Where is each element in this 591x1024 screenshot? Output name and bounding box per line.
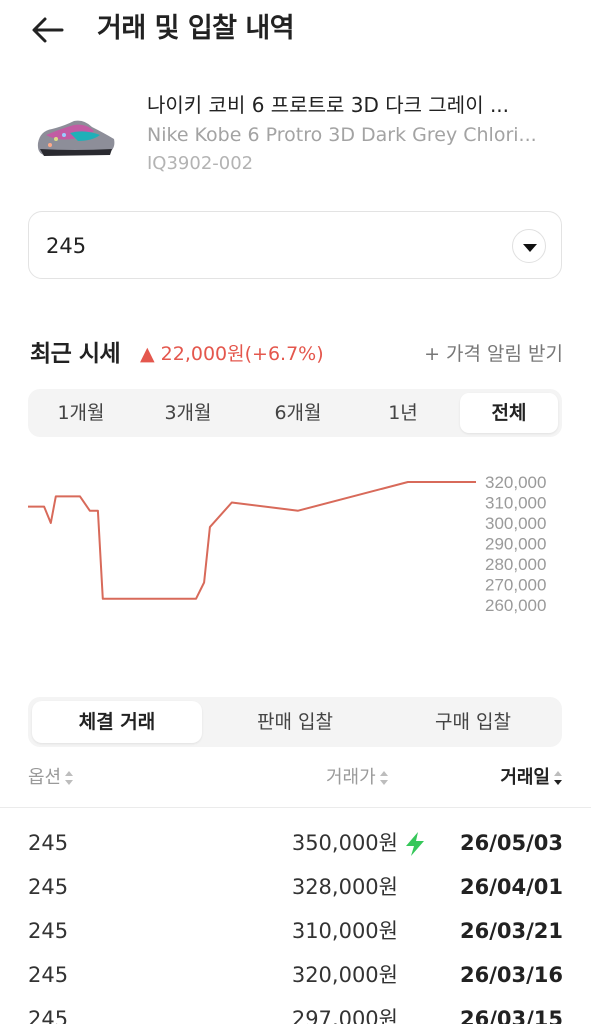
- table-row: 245 328,000원 26/04/01: [0, 866, 591, 910]
- recent-price-label: 최근 시세: [30, 341, 121, 367]
- table-row: 245 297,000원 26/03/15: [0, 998, 591, 1024]
- row-price: 328,000원: [291, 875, 398, 899]
- row-date: 26/03/21: [459, 919, 563, 943]
- sort-icon: [65, 771, 74, 785]
- product-name-korean: 나이키 코비 6 프로트로 3D 다크 그레이 ...: [147, 93, 510, 117]
- row-date: 26/03/16: [459, 963, 563, 987]
- product-name-english: Nike Kobe 6 Protro 3D Dark Grey Chlori..…: [147, 124, 537, 146]
- column-date[interactable]: 거래일: [500, 764, 563, 792]
- tab-1-year[interactable]: 1년: [354, 393, 452, 433]
- row-price: 310,000원: [291, 919, 398, 943]
- row-size: 245: [28, 963, 69, 987]
- trade-tabs: 체결 거래 판매 입찰 구매 입찰: [28, 697, 562, 747]
- recent-price-row: 최근 시세 ▲ 22,000원(+6.7%) + 가격 알림 받기: [0, 335, 591, 375]
- y-tick-label: 300,000: [485, 514, 546, 533]
- row-size: 245: [28, 831, 69, 855]
- trade-table-header: 옵션 거래가 거래일: [0, 758, 591, 808]
- table-row: 245 310,000원 26/03/21: [0, 910, 591, 954]
- size-select-value: 245: [46, 234, 87, 258]
- price-alert-link[interactable]: + 가격 알림 받기: [424, 339, 563, 369]
- tab-6-month[interactable]: 6개월: [246, 393, 350, 433]
- y-tick-label: 270,000: [485, 576, 546, 595]
- row-price: 320,000원: [291, 963, 398, 987]
- y-tick-label: 260,000: [485, 596, 546, 615]
- dropdown-button[interactable]: [512, 229, 546, 263]
- product-image: [34, 99, 118, 171]
- row-size: 245: [28, 1007, 69, 1024]
- row-price: 297,000원: [291, 1007, 398, 1024]
- sort-icon: [379, 771, 388, 785]
- price-chart: 320,000 310,000 300,000 290,000 280,000 270,0…: [0, 455, 591, 645]
- column-option[interactable]: 옵션: [28, 764, 74, 792]
- product-model-code: IQ3902-002: [147, 153, 254, 174]
- price-change: ▲ 22,000원(+6.7%): [140, 343, 324, 365]
- product-summary[interactable]: 나이키 코비 6 프로트로 3D 다크 그레이 ... Nike Kobe 6 …: [0, 85, 591, 185]
- y-tick-label: 290,000: [485, 535, 546, 554]
- row-date: 26/04/01: [459, 875, 563, 899]
- header: 거래 및 입찰 내역: [0, 0, 591, 60]
- row-date: 26/05/03: [459, 831, 563, 855]
- tab-buy-bids[interactable]: 구매 입찰: [388, 701, 558, 743]
- back-button[interactable]: [28, 10, 68, 50]
- row-size: 245: [28, 875, 69, 899]
- tab-1-month[interactable]: 1개월: [32, 393, 130, 433]
- y-tick-label: 320,000: [485, 473, 546, 492]
- y-tick-label: 280,000: [485, 555, 546, 574]
- table-row: 245 350,000원 26/05/03: [0, 822, 591, 866]
- lightning-bolt-icon: [406, 832, 424, 856]
- row-date: 26/03/15: [459, 1007, 563, 1024]
- column-price[interactable]: 거래가: [326, 764, 389, 792]
- tab-completed-trades[interactable]: 체결 거래: [32, 701, 202, 743]
- page-title: 거래 및 입찰 내역: [97, 13, 295, 44]
- size-select[interactable]: 245: [28, 211, 562, 279]
- row-price: 350,000원: [291, 831, 398, 855]
- caret-down-icon: [523, 244, 537, 252]
- table-row: 245 320,000원 26/03/16: [0, 954, 591, 998]
- price-line: [28, 481, 476, 600]
- y-tick-label: 310,000: [485, 494, 546, 513]
- period-tabs: 1개월 3개월 6개월 1년 전체: [28, 389, 562, 437]
- tab-sell-bids[interactable]: 판매 입찰: [210, 701, 380, 743]
- tab-3-month[interactable]: 3개월: [136, 393, 240, 433]
- sort-desc-icon: [554, 771, 562, 785]
- tab-all[interactable]: 전체: [460, 393, 558, 433]
- arrow-left-icon: [32, 17, 64, 43]
- row-size: 245: [28, 919, 69, 943]
